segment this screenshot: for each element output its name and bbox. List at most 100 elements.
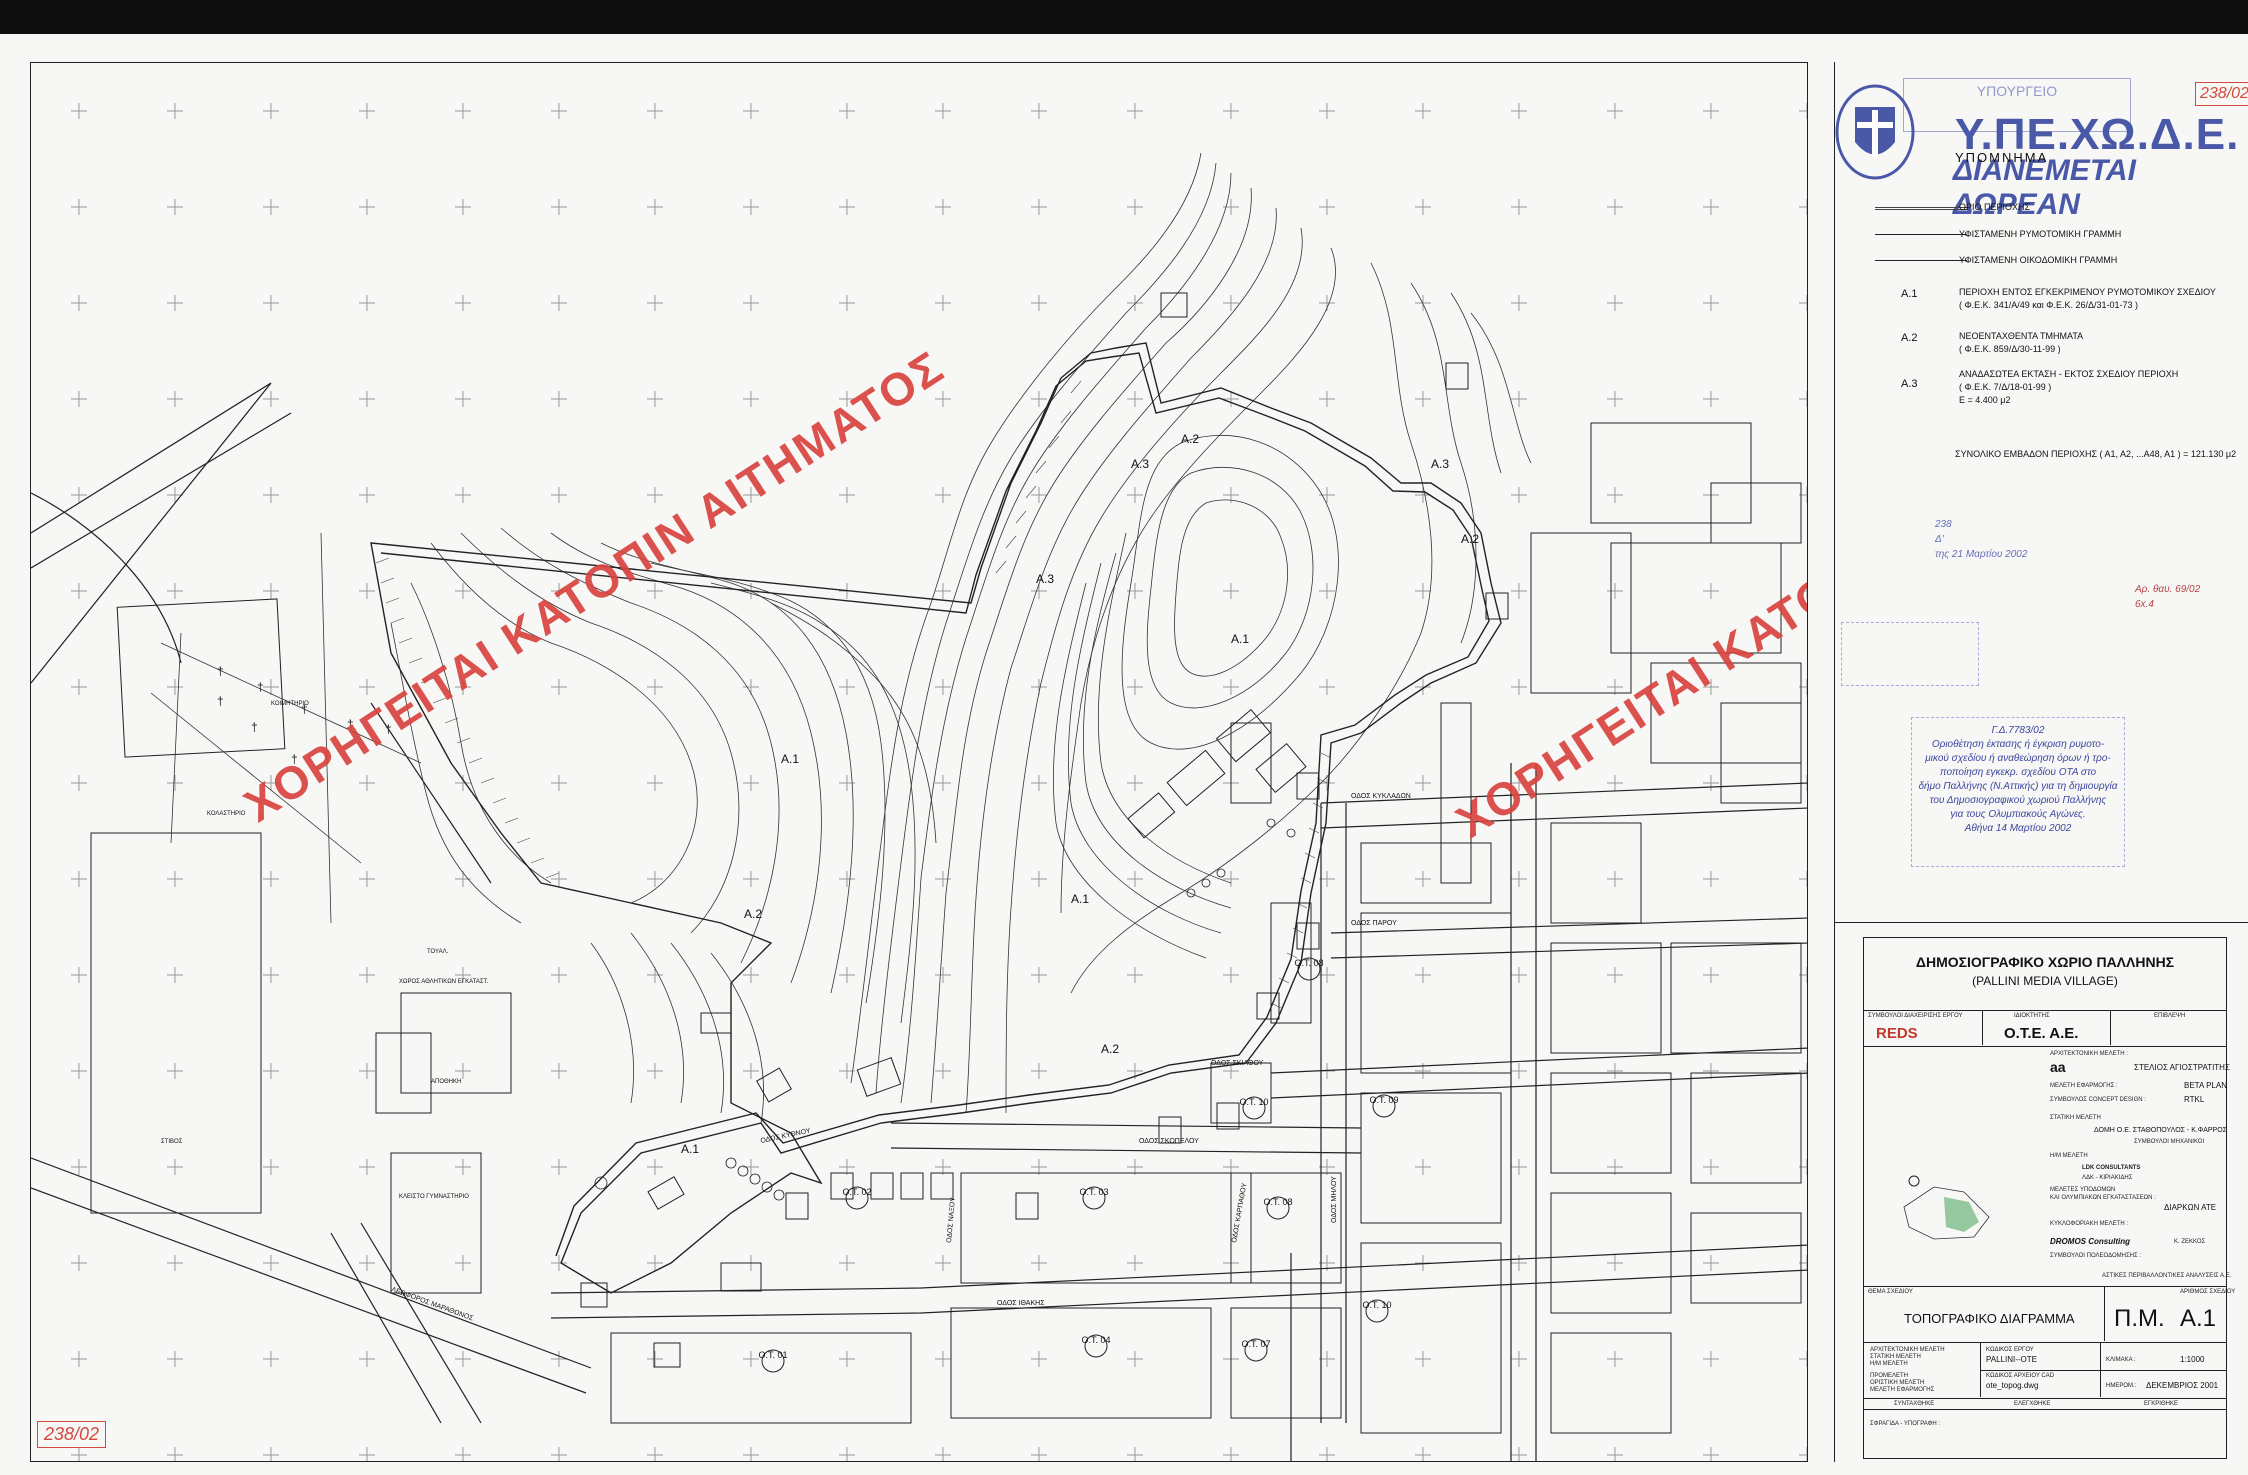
facility-label: ΚΟΛΑΣΤΗΡΙΟ [207, 811, 246, 817]
area-label-a1: Α.1 [1071, 892, 1089, 906]
approved-label: ΕΓΚΡΙΘΗΚΕ [2144, 1401, 2178, 1407]
stack-arch: ΑΡΧΙΤΕΚΤΟΝΙΚΗ ΜΕΛΕΤΗ [1870, 1347, 1945, 1353]
checked-label: ΕΛΕΓΧΘΗΚΕ [2014, 1401, 2051, 1407]
legend-text-main: ΝΕΟΕΝΤΑΧΘΕΝΤΑ ΤΜΗΜΑΤΑ [1959, 331, 2084, 341]
legend-text-main: ΑΝΑΔΑΣΩΤΕΑ ΕΚΤΑΣΗ - ΕΚΤΟΣ ΣΧΕΔΙΟΥ ΠΕΡΙΟΧ… [1959, 369, 2179, 379]
drawing-prefix: Π.Μ. [2114, 1305, 2165, 1332]
advisor-logo: REDS [1876, 1025, 1918, 1042]
svg-text:Ο.Τ. 07: Ο.Τ. 07 [1241, 1339, 1270, 1349]
reference-number: Αρ. θαυ. 69/02 [2135, 584, 2201, 595]
urban-label: ΣΥΜΒΟΥΛΟΙ ΠΟΛΕΟΔΟΜΗΣΗΣ : [2050, 1253, 2142, 1259]
date-value: ΔΕΚΕΜΒΡΙΟΣ 2001 [2146, 1381, 2219, 1390]
blue-box-stamp [1841, 622, 1979, 686]
legend-text: ΠΕΡΙΟΧΗ ΕΝΤΟΣ ΕΓΚΕΚΡΙΜΕΝΟΥ ΡΥΜΟΤΟΜΙΚΟΥ Σ… [1959, 286, 2239, 312]
decision-text: μικού σχεδίου ή αναθεώρηση όρων ή τρο- [1925, 753, 2111, 764]
area-label-a2: Α.2 [1101, 1042, 1119, 1056]
urban-firm: ΑΣΤΙΚΕΣ ΠΕΡΙΒΑΛΛΟΝΤΙΚΕΣ ΑΝΑΛΥΣΕΙΣ Α.Ε. [2102, 1273, 2232, 1279]
traffic-label: ΚΥΚΛΟΦΟΡΙΑΚΗ ΜΕΛΕΤΗ : [2050, 1221, 2129, 1227]
legend-text: ΑΝΑΔΑΣΩΤΕΑ ΕΚΤΑΣΗ - ΕΚΤΟΣ ΣΧΕΔΙΟΥ ΠΕΡΙΟΧ… [1959, 368, 2239, 407]
decision-text: Οριοθέτηση έκτασης ή έγκριση ρυμοτο- [1931, 739, 2105, 750]
cad-code-label: ΚΩΔΙΚΟΣ ΑΡΧΕΙΟΥ CAD [1986, 1373, 2055, 1379]
gazette-issue: Δ' [1935, 534, 1944, 545]
legend-text-sub: ( Φ.Ε.Κ. 7/Δ/18-01-99 ) [1959, 382, 2052, 392]
cad-code: ote_topog.dwg [1986, 1381, 2039, 1390]
traffic-firm: DROMOS Consulting [2050, 1237, 2130, 1246]
area-label-a1: Α.1 [781, 752, 799, 766]
project-title: ΔΗΜΟΣΙΟΓΡΑΦΙΚΟ ΧΩΡΙΟ ΠΑΛΛΗΝΗΣ [1915, 954, 2175, 970]
infra-label-2: ΚΑΙ ΟΛΥΜΠΙΑΚΩΝ ΕΓΚΑΤΑΣΤΑΣΕΩΝ : [2050, 1195, 2156, 1201]
concept-value: RTKL [2184, 1095, 2205, 1104]
decision-text: δήμο Παλλήνης (Ν.Αττικής) για τη δημιουρ… [1918, 781, 2118, 792]
legend-total-area: ΣΥΝΟΛΙΚΟ ΕΜΒΑΔΟΝ ΠΕΡΙΟΧΗΣ ( Α1, Α2, ...Α… [1955, 449, 2237, 459]
legend-text: ΟΡΙΟ ΠΕΡΙΟΧΗΣ [1959, 202, 2031, 212]
legend-code: Α.2 [1901, 332, 1918, 344]
svg-text:†: † [251, 720, 258, 734]
street-label: ΟΔΟΣ ΠΑΡΟΥ [1351, 920, 1397, 927]
decision-text: ποποίηση εγκεκρ. σχεδίου ΟΤΑ στο [1939, 767, 2097, 778]
owner-value: Ο.Τ.Ε. Α.Ε. [2004, 1025, 2079, 1042]
legend-text-sub: ( Φ.Ε.Κ. 341/Α/49 και Φ.Ε.Κ. 26/Δ/31-01-… [1959, 300, 2139, 310]
legend-text: ΥΦΙΣΤΑΜΕΝΗ ΟΙΚΟΔΟΜΙΚΗ ΓΡΑΜΜΗ [1959, 255, 2118, 265]
apply-value: BETA PLAN [2184, 1081, 2227, 1090]
street-label: ΟΔΟΣ ΣΚΟΠΕΛΟΥ [1139, 1138, 1199, 1145]
consultants-box: ΑΡΧΙΤΕΚΤΟΝΙΚΗ ΜΕΛΕΤΗ : aa ΣΤΕΛΙΟΣ ΑΓΙΟΣΤ… [1863, 1047, 2231, 1287]
seal-label: ΣΦΡΑΓΙΔΑ - ΥΠΟΓΡΑΦΗ : [1870, 1421, 1941, 1427]
facility-label: ΑΠΟΘΗΚΗ [431, 1079, 461, 1085]
area-label-a2: Α.2 [1461, 532, 1479, 546]
facility-label: ΧΩΡΟΣ ΑΘΛΗΤΙΚΩΝ ΕΓΚΑΤΑΣΤ. [399, 979, 489, 985]
decision-code: Γ.Δ.7783/02 [1991, 725, 2045, 736]
arch-person: ΣΤΕΛΙΟΣ ΑΓΙΟΣΤΡΑΤΙΤΗΣ [2134, 1063, 2230, 1072]
hm-value: LDK CONSULTANTS [2082, 1165, 2141, 1171]
hm-sub: ΛΔΚ - ΚΙΡΙΑΚΙΔΗΣ [2082, 1175, 2133, 1181]
stakeholders-row: ΣΥΜΒΟΥΛΟΙ ΔΙΑΧΕΙΡΙΣΗΣ ΕΡΓΟΥ REDS ΙΔΙΟΚΤΗ… [1863, 1011, 2227, 1047]
drawing-number: Α.1 [2180, 1305, 2217, 1332]
reference-note: Αρ. θαυ. 69/02 6x.4 [2135, 582, 2200, 612]
facility-label: ΣΤΙΒΟΣ [161, 1139, 183, 1145]
owner-label: ΙΔΙΟΚΤΗΤΗΣ [2014, 1013, 2050, 1019]
legend-building-line [1875, 260, 1967, 261]
decision-text: για τους Ολυμπιακούς Αγώνες. [1950, 809, 2086, 820]
supervision-label: ΕΠΙΒΛΕΨΗ [2154, 1013, 2186, 1019]
sheet-number-stamp: 238/02 [2195, 82, 2248, 106]
stack-apply: ΜΕΛΕΤΗ ΕΦΑΡΜΟΓΗΣ [1870, 1387, 1935, 1393]
svg-text:Ο.Τ. 03: Ο.Τ. 03 [1079, 1187, 1108, 1197]
gazette-date: της 21 Μαρτίου 2002 [1935, 549, 2028, 560]
facility-label: ΚΛΕΙΣΤΟ ΓΥΜΝΑΣΤΗΡΙΟ [399, 1194, 469, 1200]
legend-text-sub: Ε = 4.400 μ2 [1959, 395, 2011, 405]
facility-label: ΤΟΥΑΛ. [427, 949, 449, 955]
street-label: ΟΔΟΣ ΜΗΛΟΥ [1331, 1176, 1338, 1223]
street-label: ΟΔΟΣ ΙΘΑΚΗΣ [997, 1300, 1045, 1307]
reference-sub: 6x.4 [2135, 599, 2154, 610]
location-keymap [1903, 1175, 1990, 1240]
legend-code: Α.3 [1901, 378, 1918, 390]
legend-street-line [1875, 234, 1967, 235]
gazette-stamp: 238 Δ' της 21 Μαρτίου 2002 [1935, 517, 2155, 562]
svg-text:†: † [217, 664, 224, 678]
street-label: ΟΔΟΣ ΚΥΚΛΑΔΩΝ [1351, 793, 1411, 800]
signatures-row: ΣΥΝΤΑΧΘΗΚΕ ΕΛΕΓΧΘΗΚΕ ΕΓΚΡΙΘΗΚΕ ΣΦΡΑΓΙΔΑ … [1863, 1399, 2227, 1459]
svg-text:Ο.Τ. 10: Ο.Τ. 10 [1239, 1097, 1268, 1107]
decision-text: του Δημοσιογραφικού χωριού Παλλήνης [1929, 795, 2107, 806]
date-label: ΗΜΕΡΟΜ.: [2106, 1383, 2137, 1389]
legend-title: ΥΠΟΜΝΗΜΑ [1955, 150, 2049, 165]
legend-boundary-line [1875, 207, 1967, 210]
svg-text:Ο.Τ. 04: Ο.Τ. 04 [1081, 1335, 1110, 1345]
gazette-number: 238 [1935, 519, 1952, 530]
svg-text:Ο.Τ. 10: Ο.Τ. 10 [1362, 1300, 1391, 1310]
svg-text:Ο.Τ. 09: Ο.Τ. 09 [1369, 1095, 1398, 1105]
traffic-person: Κ. ΖΕΚΚΟΣ [2174, 1239, 2206, 1245]
project-title-box: ΔΗΜΟΣΙΟΓΡΑΦΙΚΟ ΧΩΡΙΟ ΠΑΛΛΗΝΗΣ (PALLINI M… [1863, 937, 2227, 1011]
legend-text: ΝΕΟΕΝΤΑΧΘΕΝΤΑ ΤΜΗΜΑΤΑ ( Φ.Ε.Κ. 859/Δ/30-… [1959, 330, 2239, 356]
svg-text:Ο.Τ. 08: Ο.Τ. 08 [1263, 1197, 1292, 1207]
svg-text:Ο.Τ. 02: Ο.Τ. 02 [842, 1187, 871, 1197]
map-frame: † † † † † † † † Α.1 Α.1 Α.1 Α.1 Α.2 Α.2 … [30, 62, 1808, 1462]
svg-text:†: † [257, 680, 264, 694]
svg-text:Ο.Τ. 01: Ο.Τ. 01 [758, 1350, 787, 1360]
decision-stamp: Γ.Δ.7783/02 Οριοθέτηση έκτασης ή έγκριση… [1911, 717, 2125, 867]
static-label: ΣΤΑΤΙΚΗ ΜΕΛΕΤΗ [2050, 1115, 2101, 1121]
area-label-a3: Α.3 [1431, 457, 1449, 471]
project-code-label: ΚΩΔΙΚΟΣ ΕΡΓΟΥ [1986, 1347, 2034, 1353]
static-value: ΔΟΜΗ Ο.Ε. ΣΤΑΘΟΠΟΥΛΟΣ - Κ.ΦΑΡΡΟΣ [2094, 1127, 2227, 1134]
area-label-a2: Α.2 [1181, 432, 1199, 446]
codes-row: ΑΡΧΙΤΕΚΤΟΝΙΚΗ ΜΕΛΕΤΗ ΣΤΑΤΙΚΗ ΜΕΛΕΤΗ Η/Μ … [1863, 1343, 2227, 1399]
